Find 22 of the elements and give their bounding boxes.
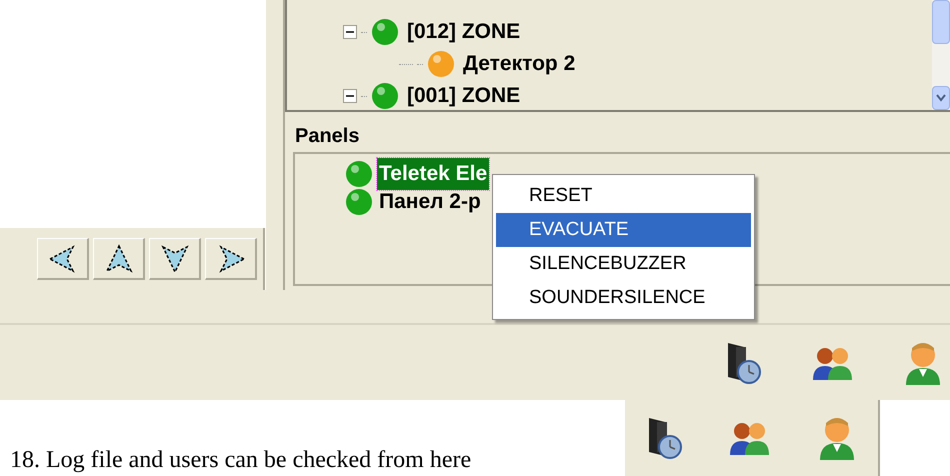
down-arrow-icon [158, 242, 190, 274]
folder-clock-icon[interactable] [647, 416, 684, 460]
panel-item[interactable]: Teletek Ele [377, 158, 490, 190]
user-icon[interactable] [818, 415, 856, 461]
arrow-button[interactable] [149, 238, 201, 280]
menu-item[interactable]: RESET [496, 179, 751, 213]
menu-item[interactable]: EVACUATE [496, 213, 751, 247]
tree-item-label[interactable]: [012] ZONE [407, 16, 520, 48]
menu-item[interactable]: SOUNDERSILENCE [496, 281, 751, 315]
arrow-button[interactable] [205, 238, 257, 280]
arrow-button[interactable] [93, 238, 145, 280]
arrow-button[interactable] [37, 238, 89, 280]
down-caret-icon [936, 94, 946, 102]
folder-clock-icon[interactable] [726, 340, 762, 384]
collapse-toggle-icon[interactable] [343, 89, 357, 103]
tree-item-label[interactable]: [001] ZONE [407, 80, 520, 110]
tree-item-label[interactable]: Детектор 2 [463, 48, 576, 80]
scrollbar[interactable] [932, 0, 950, 110]
collapse-toggle-icon[interactable] [343, 25, 357, 39]
menu-item[interactable]: SILENCEBUZZER [496, 247, 751, 281]
caption-text: 18. Log file and users can be checked from here [10, 448, 472, 472]
panels-group-title: Panels [295, 126, 360, 146]
